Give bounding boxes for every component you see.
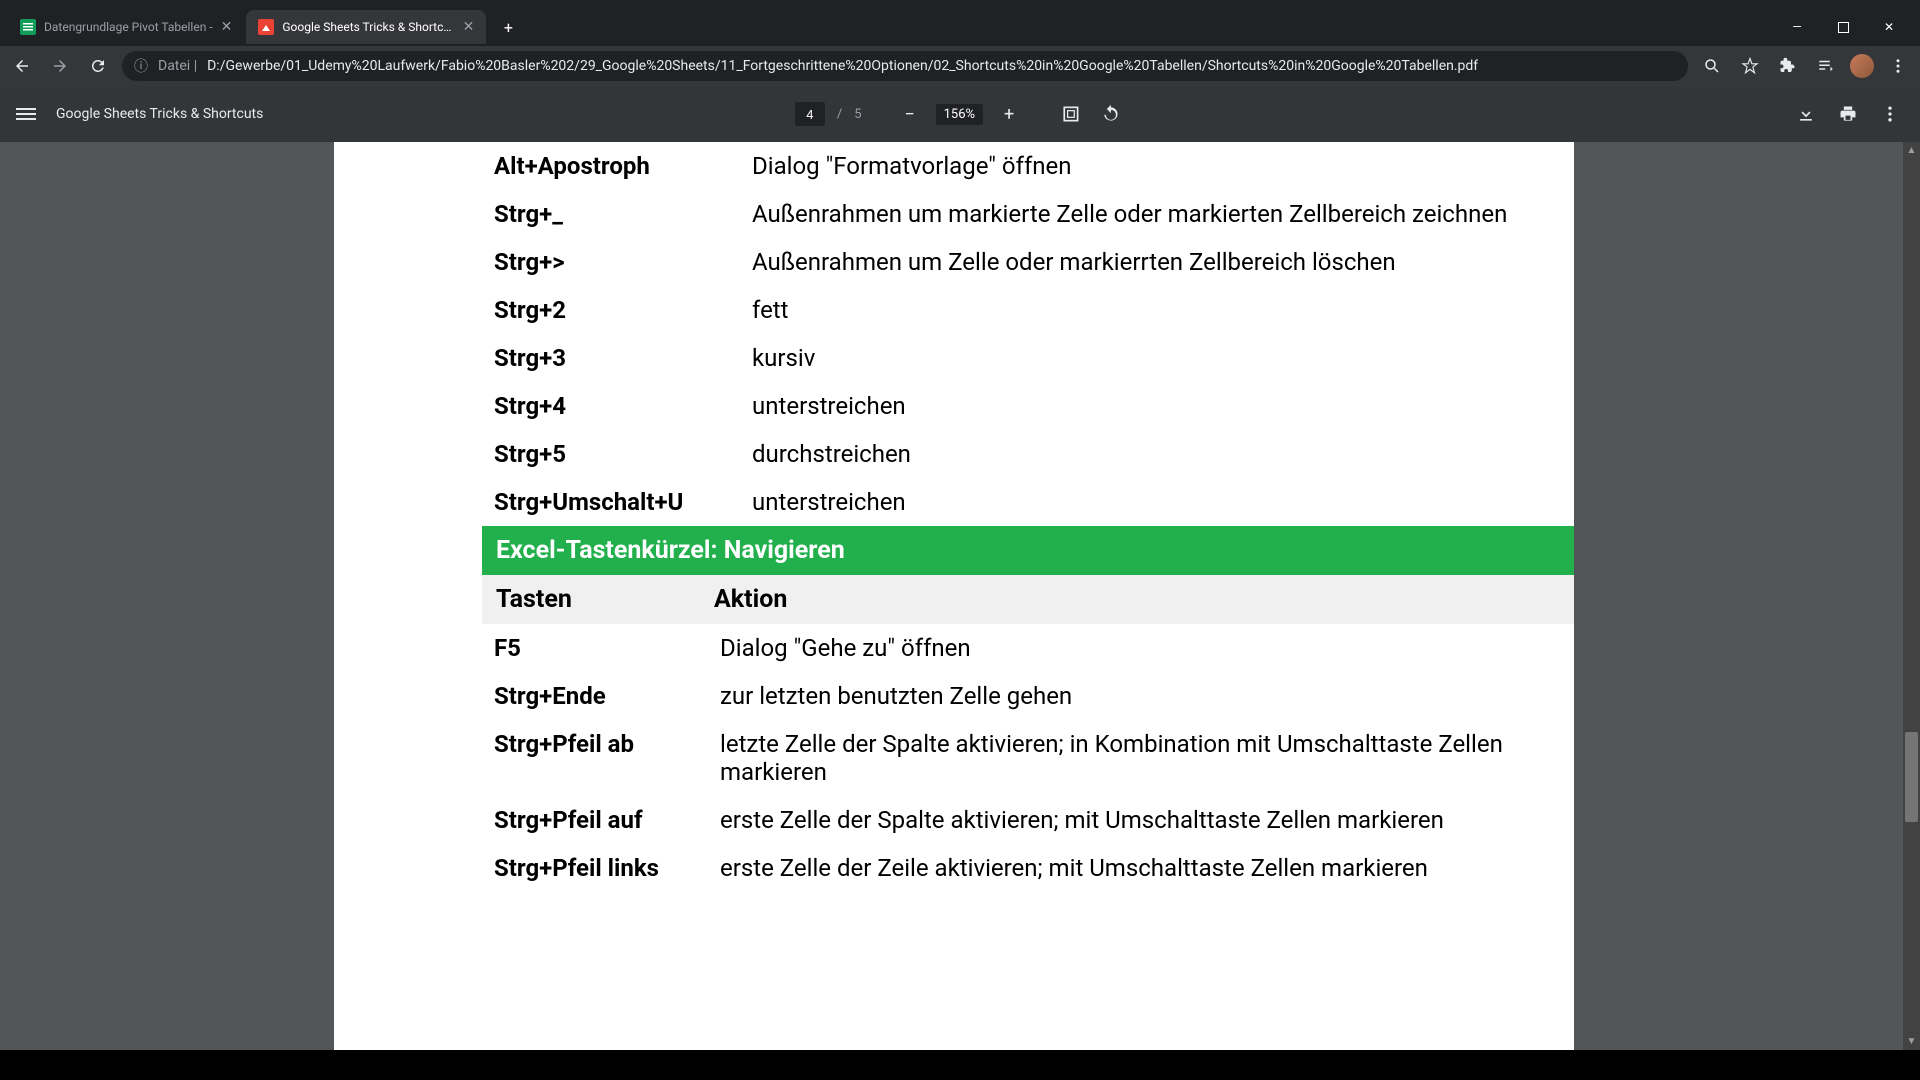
table-row: Strg+3kursiv	[482, 334, 1574, 382]
table-row: Strg+4unterstreichen	[482, 382, 1574, 430]
shortcut-key: Strg+>	[494, 248, 712, 276]
shortcut-key: Strg+5	[494, 440, 712, 468]
tab-shortcuts[interactable]: Google Sheets Tricks & Shortcuts ✕	[246, 10, 486, 44]
reload-button[interactable]	[84, 52, 112, 80]
print-button[interactable]	[1834, 100, 1862, 128]
menu-icon[interactable]	[1884, 52, 1912, 80]
close-icon[interactable]: ✕	[463, 19, 475, 35]
shortcut-desc: fett	[712, 296, 789, 324]
table-row: Strg+2fett	[482, 286, 1574, 334]
fit-page-button[interactable]	[1057, 100, 1085, 128]
profile-avatar[interactable]	[1850, 54, 1874, 78]
shortcut-key: Strg+_	[494, 200, 712, 228]
shortcut-key: Strg+4	[494, 392, 712, 420]
shortcut-desc: letzte Zelle der Spalte aktivieren; in K…	[712, 730, 1532, 786]
shortcut-desc: Dialog "Gehe zu" öffnen	[712, 634, 971, 662]
shortcut-key: F5	[494, 634, 712, 662]
section-header: Excel-Tastenkürzel: Navigieren	[482, 526, 1574, 575]
zoom-icon[interactable]	[1698, 52, 1726, 80]
shortcut-desc: kursiv	[712, 344, 815, 372]
pdf-icon	[258, 19, 274, 35]
tab-label: Datengrundlage Pivot Tabellen -	[44, 20, 213, 34]
shortcut-key: Strg+3	[494, 344, 712, 372]
col-aktion: Aktion	[714, 585, 787, 614]
reading-list-icon[interactable]	[1812, 52, 1840, 80]
tab-datengrundlage[interactable]: Datengrundlage Pivot Tabellen - ✕	[8, 10, 244, 44]
shortcut-desc: zur letzten benutzten Zelle gehen	[712, 682, 1072, 710]
zoom-level[interactable]: 156%	[936, 104, 983, 125]
zoom-out-button[interactable]: −	[896, 100, 924, 128]
page-input[interactable]	[795, 102, 825, 126]
pdf-toolbar: Google Sheets Tricks & Shortcuts / 5 − 1…	[0, 86, 1920, 142]
rotate-button[interactable]	[1097, 100, 1125, 128]
shortcut-key: Strg+Pfeil links	[494, 854, 712, 882]
window-controls: — ✕	[1774, 11, 1912, 43]
tab-label: Google Sheets Tricks & Shortcuts	[282, 20, 454, 34]
table-row: F5Dialog "Gehe zu" öffnen	[482, 624, 1574, 672]
forward-button[interactable]	[46, 52, 74, 80]
url-protocol: Datei |	[158, 58, 197, 74]
column-headers: Tasten Aktion	[482, 575, 1574, 624]
table-row: Strg+_Außenrahmen um markierte Zelle ode…	[482, 190, 1574, 238]
shortcut-desc: erste Zelle der Spalte aktivieren; mit U…	[712, 806, 1444, 834]
site-info-icon[interactable]: ⓘ	[134, 56, 148, 76]
scroll-up-icon[interactable]: ▲	[1903, 142, 1920, 159]
table-row: Strg+5durchstreichen	[482, 430, 1574, 478]
pdf-viewer: Alt+ApostrophDialog "Formatvorlage" öffn…	[0, 142, 1920, 1050]
close-window-button[interactable]: ✕	[1866, 11, 1912, 43]
page-total: 5	[854, 107, 861, 122]
shortcut-desc: Außenrahmen um markierte Zelle oder mark…	[712, 200, 1507, 228]
scroll-down-icon[interactable]: ▼	[1903, 1033, 1920, 1050]
pdf-page: Alt+ApostrophDialog "Formatvorlage" öffn…	[334, 142, 1574, 1050]
shortcut-key: Alt+Apostroph	[494, 152, 712, 180]
scrollbar[interactable]: ▲ ▼	[1903, 142, 1920, 1050]
table-row: Alt+ApostrophDialog "Formatvorlage" öffn…	[482, 142, 1574, 190]
zoom-in-button[interactable]: +	[995, 100, 1023, 128]
table-row: Strg+Pfeil linkserste Zelle der Zeile ak…	[482, 844, 1574, 892]
minimize-button[interactable]: —	[1774, 11, 1820, 43]
menu-button[interactable]	[16, 108, 36, 120]
page-separator: /	[837, 107, 842, 122]
shortcut-key: Strg+Pfeil auf	[494, 806, 712, 834]
shortcut-key: Strg+2	[494, 296, 712, 324]
shortcut-desc: Außenrahmen um Zelle oder markierrten Ze…	[712, 248, 1396, 276]
url-box[interactable]: ⓘ Datei | D:/Gewerbe/01_Udemy%20Laufwerk…	[122, 51, 1688, 81]
bookmark-icon[interactable]	[1736, 52, 1764, 80]
sheets-icon	[20, 19, 36, 35]
shortcut-desc: Dialog "Formatvorlage" öffnen	[712, 152, 1072, 180]
scroll-thumb[interactable]	[1905, 732, 1918, 822]
tab-strip: Datengrundlage Pivot Tabellen - ✕ Google…	[0, 0, 1920, 46]
shortcut-desc: unterstreichen	[712, 488, 906, 516]
shortcut-key: Strg+Pfeil ab	[494, 730, 712, 758]
extensions-icon[interactable]	[1774, 52, 1802, 80]
shortcut-desc: erste Zelle der Zeile aktivieren; mit Um…	[712, 854, 1428, 882]
table-row: Strg+>Außenrahmen um Zelle oder markierr…	[482, 238, 1574, 286]
shortcut-key: Strg+Umschalt+U	[494, 488, 712, 516]
address-bar: ⓘ Datei | D:/Gewerbe/01_Udemy%20Laufwerk…	[0, 46, 1920, 86]
shortcut-desc: durchstreichen	[712, 440, 911, 468]
close-icon[interactable]: ✕	[221, 19, 233, 35]
col-tasten: Tasten	[496, 585, 714, 614]
table-row: Strg+Umschalt+Uunterstreichen	[482, 478, 1574, 526]
table-row: Strg+Pfeil abletzte Zelle der Spalte akt…	[482, 720, 1574, 796]
url-path: D:/Gewerbe/01_Udemy%20Laufwerk/Fabio%20B…	[207, 58, 1478, 74]
more-button[interactable]	[1876, 100, 1904, 128]
back-button[interactable]	[8, 52, 36, 80]
shortcut-key: Strg+Ende	[494, 682, 712, 710]
taskbar	[0, 1050, 1920, 1080]
table-row: Strg+Endezur letzten benutzten Zelle geh…	[482, 672, 1574, 720]
download-button[interactable]	[1792, 100, 1820, 128]
maximize-button[interactable]	[1820, 11, 1866, 43]
table-row: Strg+Pfeil auferste Zelle der Spalte akt…	[482, 796, 1574, 844]
new-tab-button[interactable]: +	[494, 13, 522, 41]
shortcut-desc: unterstreichen	[712, 392, 906, 420]
